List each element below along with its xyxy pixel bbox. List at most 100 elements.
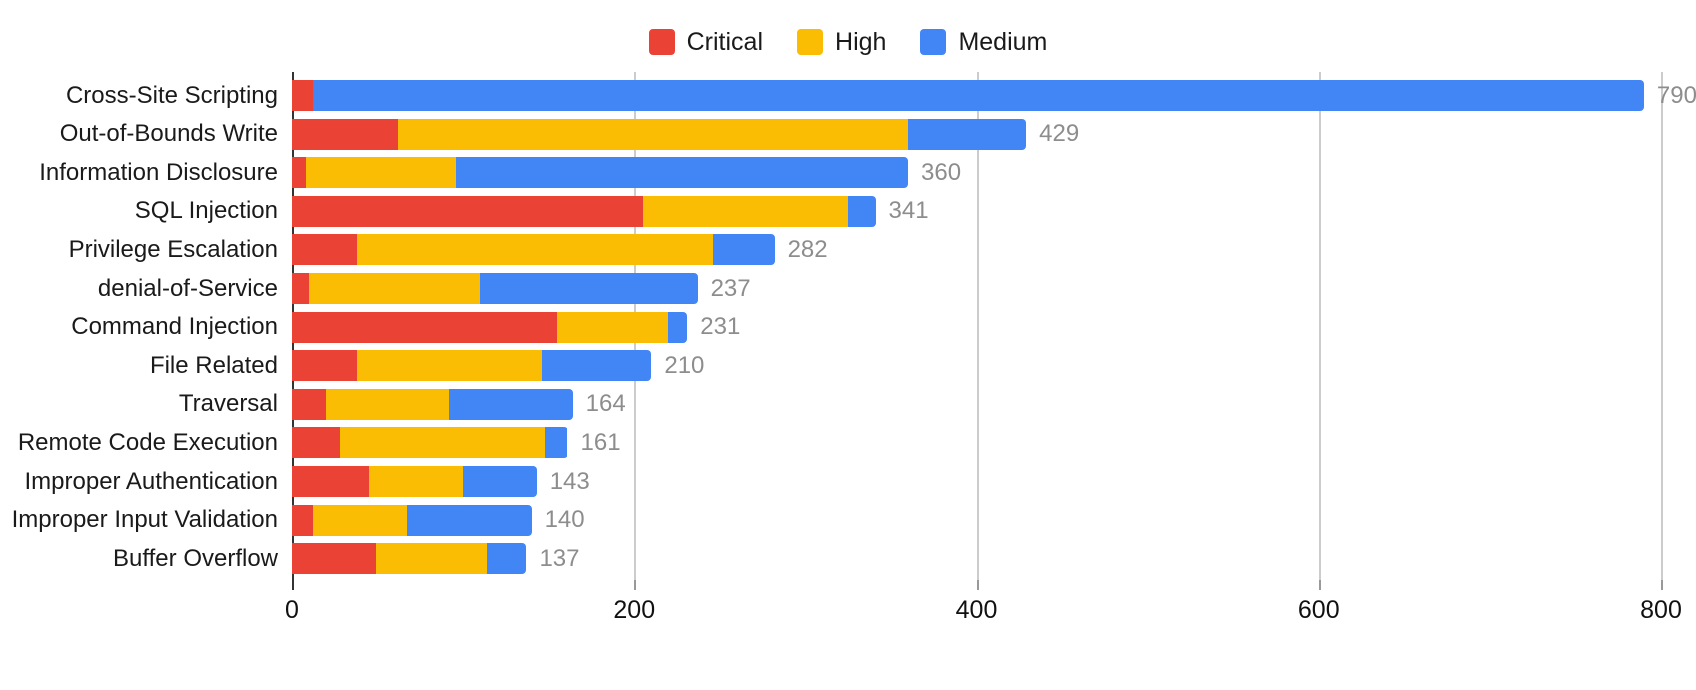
bar-segment-critical[interactable]: [292, 234, 358, 266]
legend-swatch-high-icon: [797, 29, 824, 55]
x-tick-mark: [1318, 580, 1321, 590]
bar-segment-critical[interactable]: [292, 504, 313, 536]
legend-label: High: [835, 27, 887, 56]
bar-row[interactable]: Information Disclosure 360: [0, 154, 1696, 191]
stacked-bar[interactable]: [292, 466, 537, 497]
legend-entry-high[interactable]: High: [797, 29, 886, 55]
x-tick-label: 200: [613, 596, 656, 624]
x-tick-mark: [976, 580, 979, 590]
bar-row[interactable]: Improper Input Validation 140: [0, 502, 1696, 539]
stacked-bar[interactable]: [292, 427, 568, 459]
stacked-bar[interactable]: [292, 157, 909, 189]
bar-segment-critical[interactable]: [292, 311, 558, 343]
x-tick-mark: [634, 580, 637, 590]
bar-segment-high[interactable]: [357, 234, 713, 266]
bar-segment-high[interactable]: [312, 504, 407, 536]
legend-swatch-medium-icon: [920, 29, 947, 55]
x-axis: 0 200 400 600 800: [0, 580, 1696, 642]
bar-segment-medium[interactable]: [908, 118, 1027, 150]
x-tick-mark: [1661, 580, 1663, 590]
category-label: Improper Input Validation: [11, 506, 278, 534]
bar-total-label: 282: [787, 235, 828, 263]
bar-total-label: 210: [664, 351, 705, 379]
bar-row[interactable]: Privilege Escalation 282: [0, 231, 1696, 268]
legend-label: Critical: [686, 27, 764, 56]
bar-total-label: 143: [549, 467, 590, 495]
bar-row[interactable]: File Related 210: [0, 347, 1696, 384]
bar-segment-critical[interactable]: [292, 80, 313, 111]
stacked-bar[interactable]: [292, 388, 573, 420]
stacked-bar[interactable]: [292, 195, 876, 227]
stacked-bar-chart: Critical High Medium Cross-Site Scripting 7…: [0, 0, 1696, 690]
bar-segment-medium[interactable]: [463, 466, 537, 497]
stacked-bar[interactable]: [292, 234, 775, 266]
category-label: Information Disclosure: [39, 158, 278, 186]
bar-rows: Cross-Site Scripting 790 Out-of-Bounds Wri…: [0, 72, 1696, 580]
stacked-bar[interactable]: [292, 543, 527, 575]
bar-segment-critical[interactable]: [292, 118, 399, 150]
bar-segment-medium[interactable]: [668, 311, 688, 343]
bar-segment-critical[interactable]: [292, 388, 327, 420]
bar-segment-high[interactable]: [309, 273, 481, 304]
bar-segment-critical[interactable]: [292, 273, 310, 304]
legend-entry-medium[interactable]: Medium: [920, 29, 1047, 55]
legend-label: Medium: [958, 27, 1048, 56]
x-tick-mark: [292, 580, 294, 590]
bar-segment-critical[interactable]: [292, 157, 306, 189]
bar-row[interactable]: Improper Authentication 143: [0, 463, 1696, 500]
bar-segment-high[interactable]: [557, 311, 669, 343]
x-tick-label: 0: [285, 596, 299, 624]
bar-segment-medium[interactable]: [541, 350, 652, 382]
bar-segment-medium[interactable]: [487, 543, 527, 575]
bar-row[interactable]: Remote Code Execution 161: [0, 424, 1696, 461]
bar-segment-high[interactable]: [398, 118, 909, 150]
category-label: SQL Injection: [134, 197, 278, 225]
bar-row[interactable]: Command Injection 231: [0, 309, 1696, 346]
bar-segment-critical[interactable]: [292, 543, 376, 575]
bar-segment-high[interactable]: [339, 427, 546, 459]
bar-row[interactable]: Cross-Site Scripting 790: [0, 77, 1696, 114]
category-label: Privilege Escalation: [68, 235, 278, 263]
bar-row[interactable]: denial-of-Service 237: [0, 270, 1696, 307]
bar-segment-critical[interactable]: [292, 350, 358, 382]
bar-row[interactable]: SQL Injection 341: [0, 193, 1696, 230]
stacked-bar[interactable]: [292, 118, 1027, 150]
bar-segment-medium[interactable]: [449, 388, 573, 420]
bar-segment-critical[interactable]: [292, 466, 369, 497]
bar-segment-high[interactable]: [375, 543, 488, 575]
x-tick-label: 600: [1297, 596, 1340, 624]
bar-segment-medium[interactable]: [848, 195, 876, 227]
bar-segment-medium[interactable]: [712, 234, 775, 266]
stacked-bar[interactable]: [292, 273, 698, 304]
bar-total-label: 164: [585, 390, 626, 418]
bar-row[interactable]: Traversal 164: [0, 386, 1696, 423]
bar-row[interactable]: Buffer Overflow 137: [0, 540, 1696, 577]
bar-total-label: 429: [1039, 120, 1080, 148]
bar-segment-critical[interactable]: [292, 195, 643, 227]
bar-segment-medium[interactable]: [312, 80, 1644, 111]
stacked-bar[interactable]: [292, 80, 1644, 111]
bar-segment-high[interactable]: [326, 388, 450, 420]
bar-segment-high[interactable]: [357, 350, 542, 382]
category-label: Cross-Site Scripting: [65, 81, 278, 109]
bar-segment-medium[interactable]: [545, 427, 568, 459]
bar-total-label: 161: [580, 428, 621, 456]
bar-segment-medium[interactable]: [480, 273, 698, 304]
bar-segment-high[interactable]: [642, 195, 849, 227]
bar-segment-high[interactable]: [305, 157, 457, 189]
bar-segment-medium[interactable]: [456, 157, 909, 189]
category-label: Traversal: [178, 390, 278, 418]
stacked-bar[interactable]: [292, 311, 688, 343]
bar-segment-critical[interactable]: [292, 427, 340, 459]
stacked-bar[interactable]: [292, 504, 532, 536]
legend-entry-critical[interactable]: Critical: [648, 27, 764, 56]
category-label: Buffer Overflow: [113, 544, 278, 572]
category-label: File Related: [149, 351, 278, 379]
bar-row[interactable]: Out-of-Bounds Write 429: [0, 116, 1696, 153]
bar-total-label: 341: [888, 197, 929, 225]
bar-total-label: 790: [1656, 81, 1696, 109]
bar-segment-high[interactable]: [369, 466, 464, 497]
legend-swatch-critical-icon: [648, 29, 675, 55]
stacked-bar[interactable]: [292, 350, 652, 382]
bar-segment-medium[interactable]: [406, 504, 532, 536]
